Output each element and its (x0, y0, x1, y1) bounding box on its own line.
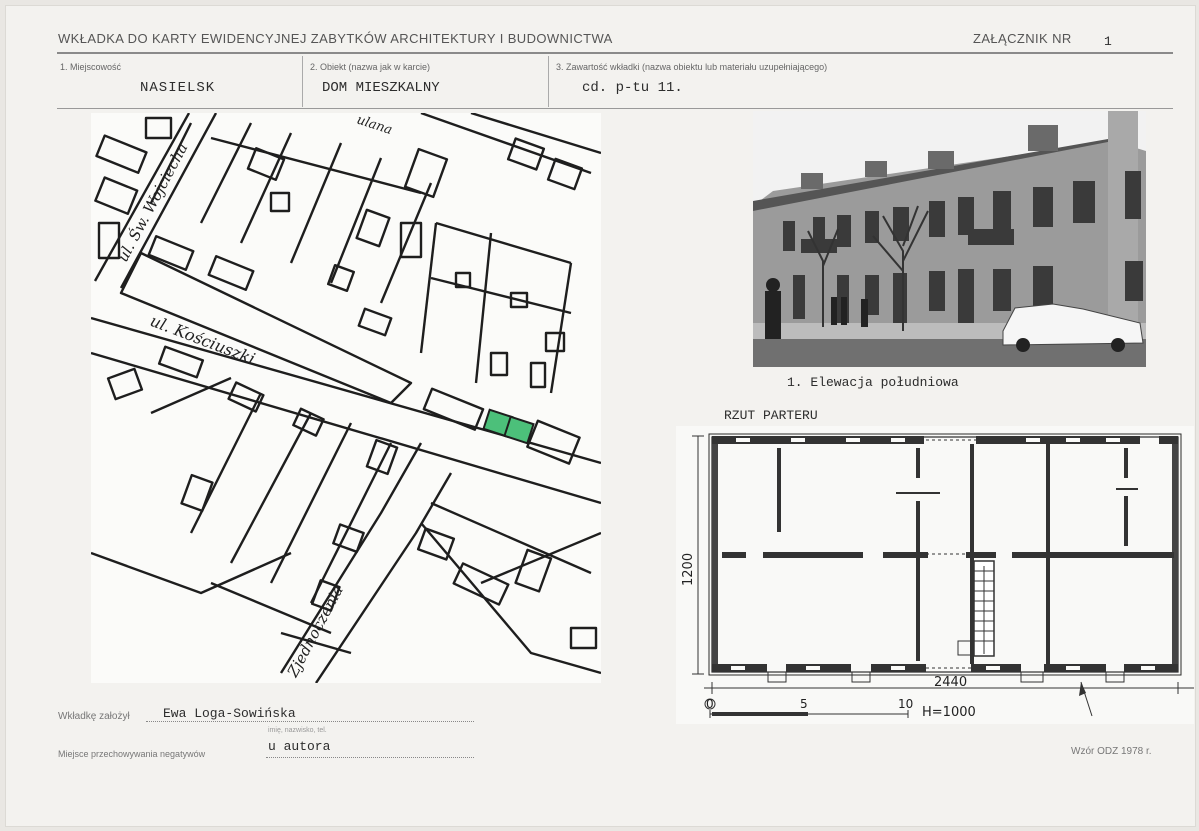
author-line (146, 721, 474, 722)
field-divider-2 (548, 56, 549, 107)
content-value: cd. p-tu 11. (582, 80, 683, 96)
site-map: ul. Św. Wojciecha ul. Kościuszki Zjednoc… (91, 113, 601, 683)
attachment-label: ZAŁĄCZNIK NR (973, 31, 1072, 46)
negatives-label: Miejsce przechowywania negatywów (58, 749, 206, 759)
author-sub: imię, nazwisko, tel. (268, 727, 327, 734)
locality-value: NASIELSK (140, 80, 216, 96)
floor-plan: 1200 2440 0 5 10 H=1000 (676, 426, 1194, 724)
negatives-value: u autora (268, 739, 331, 754)
content-label: 3. Zawartość wkładki (nazwa obiektu lub … (556, 62, 828, 72)
site-map-drawing: ul. Św. Wojciecha ul. Kościuszki Zjednoc… (91, 113, 601, 683)
negatives-line (266, 757, 474, 758)
scale-ten: 10 (898, 697, 913, 711)
highlighted-building (503, 415, 535, 445)
attachment-number: 1 (1104, 34, 1112, 49)
floor-plan-drawing: 1200 2440 0 5 10 H=1000 (681, 433, 1194, 720)
photo-drawing (753, 111, 1146, 367)
street-label: ulana (355, 113, 394, 138)
elevation-photo (753, 111, 1146, 367)
document-title: WKŁADKA DO KARTY EWIDENCYJNEJ ZABYTKÓW A… (58, 31, 613, 46)
fields-rule (57, 108, 1173, 109)
photo-caption: 1. Elewacja południowa (787, 375, 959, 390)
form-code: Wzór ODZ 1978 r. (1071, 746, 1152, 757)
author-label: Wkładkę założył (58, 711, 130, 722)
header-rule (57, 52, 1173, 54)
object-value: DOM MIESZKALNY (322, 80, 440, 96)
object-label: 2. Obiekt (nazwa jak w karcie) (310, 62, 431, 72)
scale-zero: 0 (706, 697, 714, 711)
field-divider-1 (302, 56, 303, 107)
plan-height-dimension: 1200 (681, 553, 696, 586)
plan-level: H=1000 (922, 705, 976, 720)
author-value: Ewa Loga-Sowińska (163, 706, 296, 721)
locality-label: 1. Miejscowość (60, 62, 122, 72)
plan-title: RZUT PARTERU (724, 408, 818, 423)
scale-five: 5 (800, 697, 808, 711)
plan-width-dimension: 2440 (934, 675, 967, 690)
